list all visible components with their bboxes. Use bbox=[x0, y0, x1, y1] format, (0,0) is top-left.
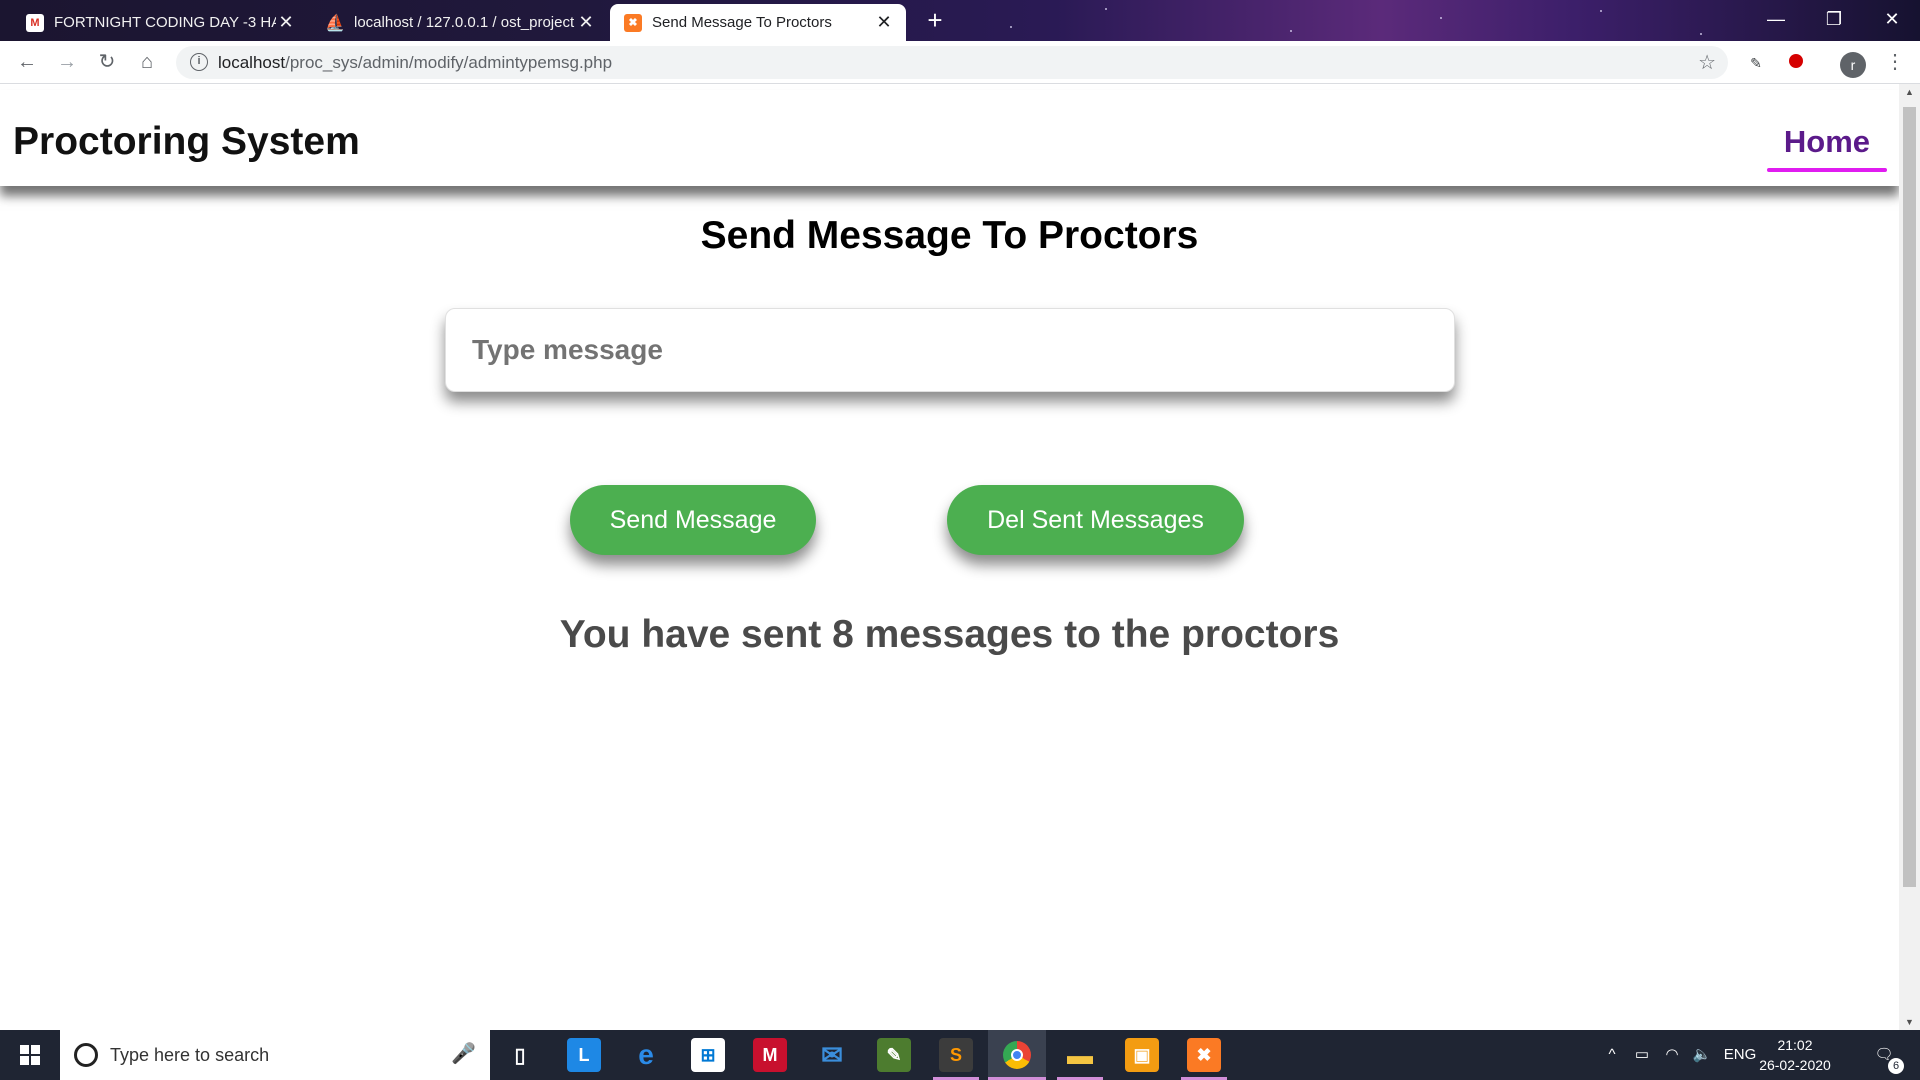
close-icon[interactable]: ✕ bbox=[276, 12, 296, 33]
microphone-icon[interactable]: 🎤 bbox=[451, 1041, 476, 1066]
pen-extension-icon[interactable]: ✎ bbox=[1746, 53, 1766, 73]
xampp-taskbar-icon[interactable]: ✖ bbox=[1187, 1038, 1221, 1072]
browser-tab-send-message[interactable]: ✖ Send Message To Proctors ✕ bbox=[610, 4, 906, 41]
nav-active-underline bbox=[1767, 168, 1887, 172]
scroll-thumb[interactable] bbox=[1903, 107, 1916, 887]
browser-tab-strip: M FORTNIGHT CODING DAY -3 HAC ✕ ⛵ localh… bbox=[0, 0, 1920, 41]
decor-star bbox=[1700, 33, 1702, 35]
forward-icon[interactable]: → bbox=[52, 47, 82, 77]
home-icon[interactable]: ⌂ bbox=[132, 47, 162, 77]
decor-star bbox=[1440, 17, 1442, 19]
new-tab-button[interactable]: + bbox=[920, 6, 950, 36]
browser-tab-gmail[interactable]: M FORTNIGHT CODING DAY -3 HAC ✕ bbox=[12, 4, 308, 41]
show-hidden-icons-chevron-icon[interactable]: ^ bbox=[1600, 1030, 1624, 1080]
clock-time: 21:02 bbox=[1777, 1037, 1813, 1053]
extension-icon[interactable] bbox=[1786, 53, 1806, 73]
close-window-button[interactable]: ✕ bbox=[1864, 0, 1920, 41]
tab-title: localhost / 127.0.0.1 / ost_project bbox=[354, 14, 575, 31]
page-scrollbar[interactable]: ▲ ▼ bbox=[1899, 84, 1920, 1030]
file-explorer-icon[interactable]: ▬ bbox=[1063, 1038, 1097, 1072]
l-app-icon[interactable]: L bbox=[567, 1038, 601, 1072]
tab-title: Send Message To Proctors bbox=[652, 14, 832, 31]
phpmyadmin-icon: ⛵ bbox=[325, 14, 345, 32]
delete-sent-messages-button[interactable]: Del Sent Messages bbox=[947, 485, 1244, 555]
cortana-icon bbox=[74, 1043, 98, 1067]
close-icon[interactable]: ✕ bbox=[874, 12, 894, 33]
message-input[interactable] bbox=[445, 308, 1455, 392]
notification-count-badge: 6 bbox=[1888, 1058, 1904, 1074]
package-icon[interactable]: ▣ bbox=[1125, 1038, 1159, 1072]
nav-home-link[interactable]: Home bbox=[1767, 124, 1887, 160]
wifi-icon[interactable]: ◠ bbox=[1660, 1030, 1684, 1080]
minimize-button[interactable]: — bbox=[1748, 0, 1804, 41]
store-icon[interactable]: ⊞ bbox=[691, 1038, 725, 1072]
bookmark-star-icon[interactable]: ☆ bbox=[1698, 50, 1716, 75]
url-path: /proc_sys/admin/modify/admintypemsg.php bbox=[285, 53, 613, 72]
web-page: Proctoring System Home Send Message To P… bbox=[0, 84, 1899, 1030]
taskbar-search-placeholder: Type here to search bbox=[110, 1045, 270, 1065]
image-editor-icon[interactable]: ✎ bbox=[877, 1038, 911, 1072]
gmail-icon: M bbox=[26, 13, 44, 32]
back-icon[interactable]: ← bbox=[12, 47, 42, 77]
windows-logo-icon bbox=[20, 1045, 40, 1065]
profile-avatar[interactable]: r bbox=[1840, 52, 1866, 78]
chrome-icon bbox=[1003, 1041, 1031, 1069]
clock-date: 26-02-2020 bbox=[1759, 1057, 1831, 1073]
address-bar[interactable]: i localhost/proc_sys/admin/modify/admint… bbox=[176, 46, 1728, 79]
edge-icon[interactable]: e bbox=[629, 1038, 663, 1072]
taskbar-search[interactable]: Type here to search 🎤 bbox=[60, 1030, 490, 1080]
windows-taskbar: Type here to search 🎤 ▯ L e ⊞ M ✉ ✎ S ▬ … bbox=[0, 1030, 1920, 1080]
tab-title: FORTNIGHT CODING DAY -3 HAC bbox=[54, 14, 276, 31]
browser-toolbar: ← → ↻ ⌂ i localhost/proc_sys/admin/modif… bbox=[0, 41, 1920, 84]
url-host: localhost bbox=[218, 53, 286, 72]
scroll-down-arrow-icon[interactable]: ▼ bbox=[1899, 1014, 1920, 1030]
xampp-icon: ✖ bbox=[624, 13, 642, 32]
system-clock[interactable]: 21:02 26-02-2020 bbox=[1750, 1035, 1840, 1075]
site-navbar: Proctoring System Home bbox=[0, 90, 1899, 186]
start-button[interactable] bbox=[0, 1030, 60, 1080]
url-text[interactable]: localhost/proc_sys/admin/modify/admintyp… bbox=[218, 53, 612, 73]
page-heading: Send Message To Proctors bbox=[700, 214, 1199, 257]
notifications-icon[interactable]: 🗨 6 bbox=[1864, 1030, 1904, 1080]
mcafee-icon[interactable]: M bbox=[753, 1038, 787, 1072]
info-icon[interactable]: i bbox=[190, 53, 208, 71]
sent-count-status: You have sent 8 messages to the proctors bbox=[559, 613, 1340, 656]
send-message-button[interactable]: Send Message bbox=[570, 485, 816, 555]
reload-icon[interactable]: ↻ bbox=[92, 47, 122, 77]
task-view-icon[interactable]: ▯ bbox=[503, 1038, 537, 1072]
volume-icon[interactable]: 🔈 bbox=[1690, 1030, 1714, 1080]
chrome-taskbar-slot[interactable] bbox=[988, 1030, 1046, 1080]
decor-star bbox=[1010, 26, 1012, 28]
sublime-text-icon[interactable]: S bbox=[939, 1038, 973, 1072]
browser-tab-phpmyadmin[interactable]: ⛵ localhost / 127.0.0.1 / ost_project ✕ bbox=[312, 4, 608, 41]
scroll-up-arrow-icon[interactable]: ▲ bbox=[1899, 84, 1920, 100]
decor-star bbox=[1290, 30, 1292, 32]
battery-icon[interactable]: ▭ bbox=[1630, 1030, 1654, 1080]
menu-icon[interactable]: ⋮ bbox=[1880, 47, 1910, 77]
site-brand: Proctoring System bbox=[13, 120, 360, 163]
restore-button[interactable]: ❐ bbox=[1806, 0, 1862, 41]
decor-star bbox=[1600, 10, 1602, 12]
close-icon[interactable]: ✕ bbox=[576, 12, 596, 33]
decor-star bbox=[1105, 8, 1107, 10]
mail-icon[interactable]: ✉ bbox=[815, 1038, 849, 1072]
